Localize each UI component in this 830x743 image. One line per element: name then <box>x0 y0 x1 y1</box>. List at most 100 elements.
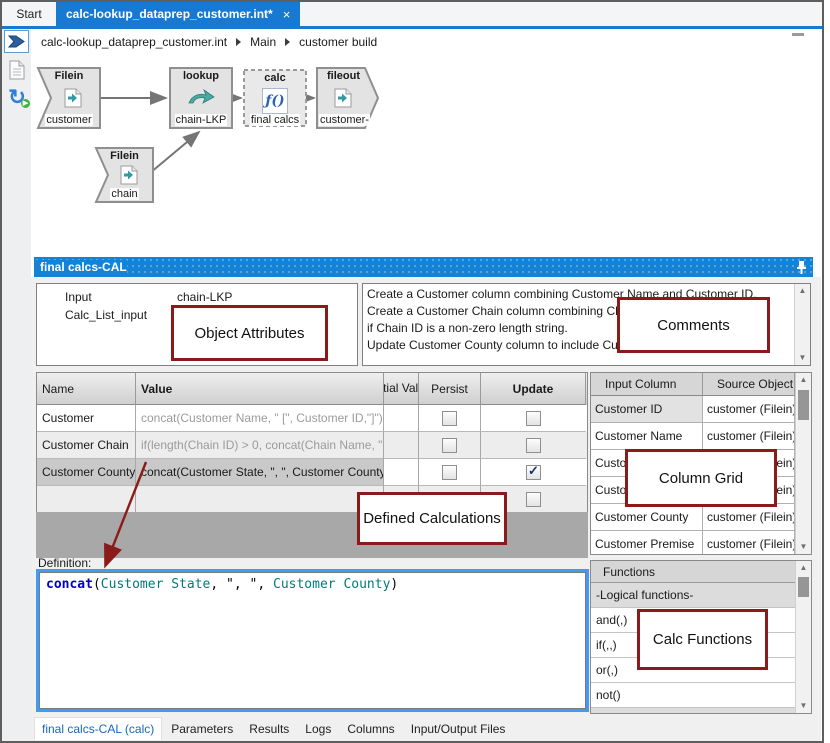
function-category: -Logical functions- <box>591 583 797 608</box>
token-comma: , <box>210 577 226 592</box>
attribute-name: Calc_List_input <box>37 308 177 322</box>
token-string: ", " <box>226 577 257 592</box>
scroll-thumb[interactable] <box>798 577 809 597</box>
initial-value-cell[interactable] <box>384 405 419 432</box>
node-fileout[interactable]: fileout customer- <box>317 68 378 128</box>
comments-scrollbar[interactable]: ▲ ▼ <box>794 284 810 365</box>
update-checkbox[interactable] <box>526 411 541 426</box>
pin-icon[interactable] <box>796 260 807 275</box>
initial-value-cell[interactable] <box>384 459 419 486</box>
calc-name-cell[interactable]: Customer Chain <box>37 432 136 459</box>
persist-cell[interactable] <box>419 459 481 486</box>
app-window: Start calc-lookup_dataprep_customer.int*… <box>0 0 830 743</box>
node-lookup[interactable]: lookup chain-LKP <box>170 68 232 128</box>
annotation-comments: Comments <box>617 297 770 353</box>
source-object-cell[interactable]: customer (Filein) <box>703 504 795 531</box>
annotation-object-attributes: Object Attributes <box>171 305 328 361</box>
calc-row-selected[interactable]: Customer County concat(Customer State, "… <box>37 459 587 486</box>
node-name-label: customer <box>38 114 100 126</box>
active-tab-accent-strip <box>2 26 822 29</box>
update-checkbox[interactable] <box>526 438 541 453</box>
initial-value-cell[interactable] <box>384 432 419 459</box>
breadcrumb-main[interactable]: Main <box>250 35 276 49</box>
source-object-cell[interactable]: customer (Filein) <box>703 396 795 423</box>
refresh-run-button[interactable]: ↻ ▶ <box>4 84 30 110</box>
update-cell[interactable] <box>481 459 586 486</box>
tab-start[interactable]: Start <box>2 2 56 26</box>
close-tab-icon[interactable]: × <box>283 7 291 22</box>
scroll-down-icon[interactable]: ▼ <box>796 699 811 713</box>
header-name[interactable]: Name <box>37 373 136 405</box>
filein-icon <box>96 165 153 185</box>
node-type-label: lookup <box>170 70 232 82</box>
tab-final-calcs-cal[interactable]: final calcs-CAL (calc) <box>34 717 162 740</box>
persist-checkbox[interactable] <box>442 465 457 480</box>
column-row[interactable]: Customer Name customer (Filein) <box>591 423 811 450</box>
scroll-down-icon[interactable]: ▼ <box>795 351 810 365</box>
calc-name-cell[interactable]: Customer County <box>37 459 136 486</box>
persist-checkbox[interactable] <box>442 438 457 453</box>
scroll-up-icon[interactable]: ▲ <box>796 561 811 575</box>
column-row[interactable]: Customer ID customer (Filein) <box>591 396 811 423</box>
token-identifier: Customer County <box>273 577 390 592</box>
input-column-cell[interactable]: Customer County <box>591 504 703 531</box>
panel-header[interactable]: final calcs-CAL <box>34 257 813 277</box>
run-button[interactable] <box>4 30 29 53</box>
annotation-column-grid: Column Grid <box>625 449 777 507</box>
tab-parameters[interactable]: Parameters <box>164 717 240 740</box>
column-grid-scrollbar[interactable]: ▲ ▼ <box>795 373 811 554</box>
breadcrumb-file[interactable]: calc-lookup_dataprep_customer.int <box>41 35 227 49</box>
source-object-cell[interactable]: customer (Filein) <box>703 423 795 450</box>
calc-value-cell[interactable]: concat(Customer State, ", ", Customer Co… <box>136 459 384 486</box>
persist-cell[interactable] <box>419 432 481 459</box>
splitter-handle[interactable] <box>792 33 804 36</box>
scroll-up-icon[interactable]: ▲ <box>796 373 811 387</box>
annotation-defined-calculations: Defined Calculations <box>357 492 507 545</box>
attribute-row[interactable]: Input chain-LKP <box>37 288 357 306</box>
update-cell[interactable] <box>481 405 586 432</box>
scroll-down-icon[interactable]: ▼ <box>796 540 811 554</box>
update-checkbox[interactable] <box>526 465 541 480</box>
input-column-cell[interactable]: Customer ID <box>591 396 703 423</box>
input-column-cell[interactable]: Customer Name <box>591 423 703 450</box>
report-button[interactable] <box>8 59 26 80</box>
header-value[interactable]: Value <box>136 373 384 405</box>
functions-scrollbar[interactable]: ▲ ▼ <box>795 561 811 713</box>
source-object-cell[interactable]: customer (Filein) <box>703 531 795 555</box>
function-category: -String functions- <box>591 708 797 714</box>
node-filein-chain[interactable]: Filein chain <box>96 148 153 202</box>
calc-value-cell[interactable] <box>136 486 384 513</box>
tab-results[interactable]: Results <box>242 717 296 740</box>
calc-name-cell[interactable]: Customer <box>37 405 136 432</box>
node-filein-customer[interactable]: Filein customer <box>38 68 100 128</box>
column-row[interactable]: Customer Premise customer (Filein) <box>591 531 811 555</box>
tab-columns[interactable]: Columns <box>340 717 401 740</box>
header-update[interactable]: Update <box>481 373 586 405</box>
calc-row[interactable]: Customer concat(Customer Name, " [", Cus… <box>37 405 587 432</box>
header-source-object[interactable]: Source Object <box>703 373 795 396</box>
definition-expression[interactable]: concat(Customer State, ", ", Customer Co… <box>39 572 586 709</box>
definition-editor[interactable]: concat(Customer State, ", ", Customer Co… <box>36 569 589 712</box>
calc-row[interactable]: Customer Chain if(length(Chain ID) > 0, … <box>37 432 587 459</box>
update-checkbox[interactable] <box>526 492 541 507</box>
header-initial-value[interactable]: Initial Value <box>384 373 419 405</box>
calc-value-cell[interactable]: if(length(Chain ID) > 0, concat(Chain Na… <box>136 432 384 459</box>
header-persist[interactable]: Persist <box>419 373 481 405</box>
function-item[interactable]: not() <box>591 683 797 708</box>
tab-logs[interactable]: Logs <box>298 717 338 740</box>
persist-checkbox[interactable] <box>442 411 457 426</box>
breadcrumb-customer-build[interactable]: customer build <box>299 35 377 49</box>
node-calc[interactable]: calc ƒ() final calcs <box>244 70 306 128</box>
tab-active-document[interactable]: calc-lookup_dataprep_customer.int* × <box>56 2 300 26</box>
update-cell[interactable] <box>481 432 586 459</box>
header-input-column[interactable]: Input Column <box>591 373 703 396</box>
column-row[interactable]: Customer County customer (Filein) <box>591 504 811 531</box>
persist-cell[interactable] <box>419 405 481 432</box>
input-column-cell[interactable]: Customer Premise <box>591 531 703 555</box>
calc-name-cell[interactable] <box>37 486 136 513</box>
scroll-thumb[interactable] <box>798 390 809 420</box>
scroll-up-icon[interactable]: ▲ <box>795 284 810 298</box>
calc-value-cell[interactable]: concat(Customer Name, " [", Customer ID,… <box>136 405 384 432</box>
tab-input-output-files[interactable]: Input/Output Files <box>404 717 513 740</box>
attribute-value[interactable]: chain-LKP <box>177 290 232 304</box>
